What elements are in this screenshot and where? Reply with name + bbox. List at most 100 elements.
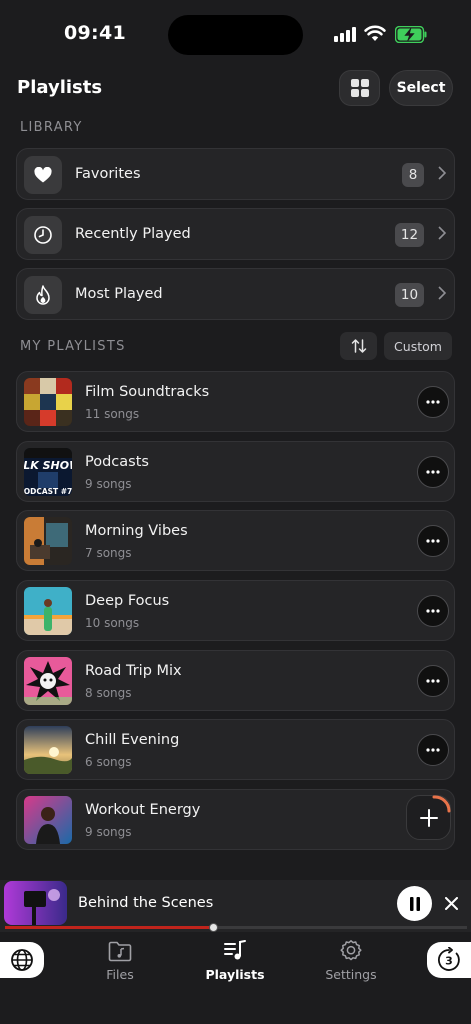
ellipsis-icon — [426, 470, 440, 474]
ellipsis-icon — [426, 679, 440, 683]
playlist-song-count: 9 songs — [85, 477, 132, 491]
playback-scrubber[interactable] — [208, 923, 218, 932]
signal-icon — [334, 26, 358, 42]
wifi-icon — [364, 25, 386, 41]
library-icon-box — [24, 276, 62, 314]
playlist-item-road-trip-mix[interactable]: Road Trip Mix 8 songs — [16, 650, 455, 711]
ellipsis-icon — [426, 539, 440, 543]
close-icon — [444, 896, 458, 910]
chevron-right-icon — [438, 166, 446, 180]
playlist-name: Film Soundtracks — [85, 384, 210, 400]
fab-accent-arc — [432, 795, 451, 813]
playlist-artwork — [24, 587, 72, 635]
library-item-most-played[interactable]: Most Played 10 — [16, 268, 455, 320]
library-item-favorites[interactable]: Favorites 8 — [16, 148, 455, 200]
my-playlists-section-label: MY PLAYLISTS — [20, 339, 126, 354]
playlist-name: Workout Energy — [85, 802, 201, 818]
mini-player[interactable]: Behind the Scenes — [0, 880, 471, 932]
library-item-label: Recently Played — [75, 226, 191, 242]
dynamic-island — [168, 15, 303, 55]
playback-progress-fill — [5, 926, 213, 929]
playlist-item-chill-evening[interactable]: Chill Evening 6 songs — [16, 719, 455, 780]
grid-view-button[interactable] — [339, 70, 380, 106]
playlist-artwork — [24, 378, 72, 426]
now-playing-artwork — [4, 881, 67, 925]
chevron-right-icon — [438, 226, 446, 240]
playlist-name: Road Trip Mix — [85, 663, 182, 679]
music-folder-icon — [108, 941, 132, 961]
sort-button[interactable] — [340, 332, 377, 360]
ellipsis-icon — [426, 609, 440, 613]
tab-playlists[interactable]: Playlists — [190, 938, 280, 988]
playlist-item-morning-vibes[interactable]: Morning Vibes 7 songs — [16, 510, 455, 571]
globe-button[interactable] — [0, 942, 44, 978]
pause-button[interactable] — [397, 886, 432, 921]
tab-settings[interactable]: Settings — [306, 938, 396, 988]
more-options-button[interactable] — [417, 386, 449, 418]
close-player-button[interactable] — [441, 893, 461, 913]
playlist-song-count: 6 songs — [85, 755, 132, 769]
playlist-artwork — [24, 517, 72, 565]
playlist-song-count: 11 songs — [85, 407, 140, 421]
grid-view-icon — [350, 79, 369, 97]
more-options-button[interactable] — [417, 456, 449, 488]
playlist-item-film-soundtracks[interactable]: Film Soundtracks 11 songs — [16, 371, 455, 432]
more-options-button[interactable] — [417, 734, 449, 766]
count-badge: 10 — [395, 283, 424, 307]
clock-icon — [34, 226, 52, 244]
more-options-button[interactable] — [417, 595, 449, 627]
ellipsis-icon — [426, 748, 440, 752]
tab-label: Settings — [325, 967, 377, 982]
add-playlist-button[interactable] — [406, 795, 451, 840]
pause-icon — [409, 896, 420, 911]
flame-icon — [36, 284, 50, 305]
count-badge: 8 — [402, 163, 424, 187]
globe-icon — [11, 949, 33, 971]
page-title: Playlists — [17, 77, 103, 98]
sleep-timer-button[interactable]: 3 — [427, 942, 471, 978]
battery-charging-icon — [395, 26, 427, 43]
library-section-label: LIBRARY — [20, 120, 83, 135]
now-playing-title: Behind the Scenes — [78, 895, 214, 911]
playlist-artwork — [24, 726, 72, 774]
playlist-item-podcasts[interactable]: ALK SHOW ODCAST #7 Podcasts 9 songs — [16, 441, 455, 502]
playlist-item-workout-energy[interactable]: Workout Energy 9 songs — [16, 789, 455, 850]
library-item-label: Favorites — [75, 166, 141, 182]
status-bar: 09:41 — [0, 0, 471, 70]
library-item-recently-played[interactable]: Recently Played 12 — [16, 208, 455, 260]
artwork-text: ODCAST #7 — [24, 487, 72, 496]
library-icon-box — [24, 216, 62, 254]
timer-icon: 3 — [438, 947, 460, 971]
more-options-button[interactable] — [417, 525, 449, 557]
playlist-name: Morning Vibes — [85, 523, 188, 539]
timer-value: 3 — [445, 955, 453, 968]
status-time: 09:41 — [64, 22, 126, 44]
sort-mode-button[interactable]: Custom — [384, 332, 452, 360]
header: Playlists Select — [0, 70, 471, 110]
chevron-right-icon — [438, 286, 446, 300]
count-badge: 12 — [395, 223, 424, 247]
select-button[interactable]: Select — [389, 70, 453, 106]
more-options-button[interactable] — [417, 665, 449, 697]
tab-label: Playlists — [205, 967, 265, 982]
library-item-label: Most Played — [75, 286, 163, 302]
playlist-item-deep-focus[interactable]: Deep Focus 10 songs — [16, 580, 455, 641]
ellipsis-icon — [426, 400, 440, 404]
gear-icon — [340, 940, 362, 961]
playback-progress-bar[interactable] — [5, 923, 467, 932]
sort-arrows-icon — [351, 339, 366, 353]
playlist-song-count: 9 songs — [85, 825, 132, 839]
playlist-name: Deep Focus — [85, 593, 170, 609]
playlist-icon — [224, 940, 246, 960]
playlist-name: Chill Evening — [85, 732, 180, 748]
playlist-song-count: 8 songs — [85, 686, 132, 700]
tab-label: Files — [106, 967, 134, 982]
playlist-artwork — [24, 657, 72, 705]
playlist-artwork — [24, 796, 72, 844]
heart-icon — [34, 167, 52, 183]
playlist-name: Podcasts — [85, 454, 149, 470]
tab-files[interactable]: Files — [75, 938, 165, 988]
playlist-song-count: 7 songs — [85, 546, 132, 560]
library-icon-box — [24, 156, 62, 194]
playlist-song-count: 10 songs — [85, 616, 140, 630]
